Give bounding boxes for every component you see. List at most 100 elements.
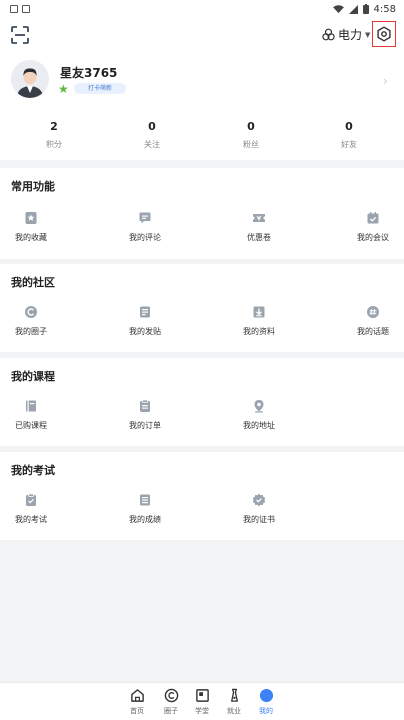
course-icon [23, 398, 39, 414]
my-exams-button[interactable]: 我的考试 [1, 492, 61, 525]
item-label: 我的证书 [243, 515, 275, 524]
power-label: 电力 [338, 28, 363, 42]
tab-label: 首页 [130, 707, 144, 715]
circle-icon [23, 304, 39, 320]
my-comments-button[interactable]: 我的评论 [115, 210, 175, 243]
coupons-button[interactable]: 优惠卷 [229, 210, 289, 243]
my-favorites-button[interactable]: 我的收藏 [1, 210, 61, 243]
item-label: 已购课程 [15, 421, 47, 430]
school-icon [194, 687, 210, 703]
tab-label: 圈子 [164, 707, 178, 715]
stat-following[interactable]: 0 关注 [122, 120, 182, 150]
section-my-community: 我的社区 我的圈子 我的发贴 我的资料 我的话题 [0, 264, 404, 352]
tab-label: 我的 [259, 707, 273, 715]
circle-tab-icon [163, 687, 179, 703]
profile-card[interactable]: 星友3765 ★ 打卡萌新 › 2 积分 0 关注 0 粉丝 0 好友 [0, 52, 404, 160]
section-title: 我的社区 [11, 276, 55, 289]
tab-school[interactable]: 学堂 [187, 687, 217, 716]
my-circles-button[interactable]: 我的圈子 [1, 304, 61, 337]
item-label: 我的订单 [129, 421, 161, 430]
stat-label: 粉丝 [243, 140, 259, 149]
chevron-right-icon[interactable]: › [383, 74, 388, 88]
stat-label: 好友 [341, 140, 357, 149]
item-label: 优惠卷 [247, 233, 271, 242]
tab-label: 就业 [227, 707, 241, 715]
section-common-functions: 常用功能 我的收藏 我的评论 优惠卷 我的会议 [0, 168, 404, 259]
power-category-icon [322, 28, 335, 41]
item-label: 我的话题 [357, 327, 389, 336]
post-icon [137, 304, 153, 320]
home-icon [129, 687, 145, 703]
section-title: 我的考试 [11, 464, 55, 477]
scan-icon[interactable] [10, 25, 30, 45]
app-notification-icon [22, 5, 30, 13]
my-topics-button[interactable]: 我的话题 [343, 304, 403, 337]
item-label: 我的评论 [129, 233, 161, 242]
level-badge: 打卡萌新 [74, 83, 127, 94]
item-label: 我的发贴 [129, 327, 161, 336]
my-posts-button[interactable]: 我的发贴 [115, 304, 175, 337]
star-bookmark-icon [23, 210, 39, 226]
power-selector[interactable]: 电力 ▼ [322, 26, 370, 43]
my-orders-button[interactable]: 我的订单 [115, 398, 175, 431]
tab-me[interactable]: 我的 [251, 687, 281, 716]
tab-job[interactable]: 就业 [219, 687, 249, 716]
star-badge-icon: ★ [58, 82, 69, 96]
my-scores-button[interactable]: 我的成绩 [115, 492, 175, 525]
notification-icon [10, 5, 18, 13]
wifi-icon [332, 4, 344, 13]
purchased-courses-button[interactable]: 已购课程 [1, 398, 61, 431]
stat-value: 0 [247, 120, 255, 133]
my-meetings-button[interactable]: 我的会议 [343, 210, 403, 243]
me-icon [258, 687, 274, 703]
comment-icon [137, 210, 153, 226]
status-right: 4:58 [332, 3, 396, 15]
my-address-button[interactable]: 我的地址 [229, 398, 289, 431]
status-bar: 4:58 [0, 0, 404, 18]
signal-icon [348, 4, 358, 14]
section-title: 常用功能 [11, 180, 55, 193]
stat-value: 2 [50, 120, 58, 133]
stat-value: 0 [345, 120, 353, 133]
my-materials-button[interactable]: 我的资料 [229, 304, 289, 337]
stat-fans[interactable]: 0 粉丝 [221, 120, 281, 150]
tab-home[interactable]: 首页 [122, 687, 152, 716]
item-label: 我的圈子 [15, 327, 47, 336]
tab-circle[interactable]: 圈子 [156, 687, 186, 716]
stat-friends[interactable]: 0 好友 [319, 120, 379, 150]
item-label: 我的考试 [15, 515, 47, 524]
coupon-icon [251, 210, 267, 226]
item-label: 我的收藏 [15, 233, 47, 242]
item-label: 我的资料 [243, 327, 275, 336]
avatar[interactable] [11, 60, 49, 98]
chevron-down-icon: ▼ [365, 30, 371, 39]
bottom-tab-bar: 首页 圈子 学堂 就业 我的 [0, 682, 404, 720]
order-icon [137, 398, 153, 414]
my-certificates-button[interactable]: 我的证书 [229, 492, 289, 525]
job-icon [226, 687, 242, 703]
stat-label: 关注 [144, 140, 160, 149]
stat-value: 0 [148, 120, 156, 133]
location-icon [251, 398, 267, 414]
download-icon [251, 304, 267, 320]
username: 星友3765 [60, 66, 118, 80]
section-title: 我的课程 [11, 370, 55, 383]
topic-icon [365, 304, 381, 320]
section-my-exams: 我的考试 我的考试 我的成绩 我的证书 [0, 452, 404, 540]
item-label: 我的地址 [243, 421, 275, 430]
item-label: 我的会议 [357, 233, 389, 242]
certificate-icon [251, 492, 267, 508]
status-time: 4:58 [373, 3, 396, 15]
settings-button[interactable] [372, 21, 396, 47]
stat-points[interactable]: 2 积分 [24, 120, 84, 150]
score-icon [137, 492, 153, 508]
battery-icon [362, 4, 369, 14]
section-my-courses: 我的课程 已购课程 我的订单 我的地址 [0, 358, 404, 446]
status-left-icons [10, 5, 30, 13]
exam-icon [23, 492, 39, 508]
item-label: 我的成绩 [129, 515, 161, 524]
top-bar: 电力 ▼ [0, 18, 404, 52]
tab-label: 学堂 [195, 707, 209, 715]
settings-gear-icon [377, 26, 391, 42]
meeting-icon [365, 210, 381, 226]
